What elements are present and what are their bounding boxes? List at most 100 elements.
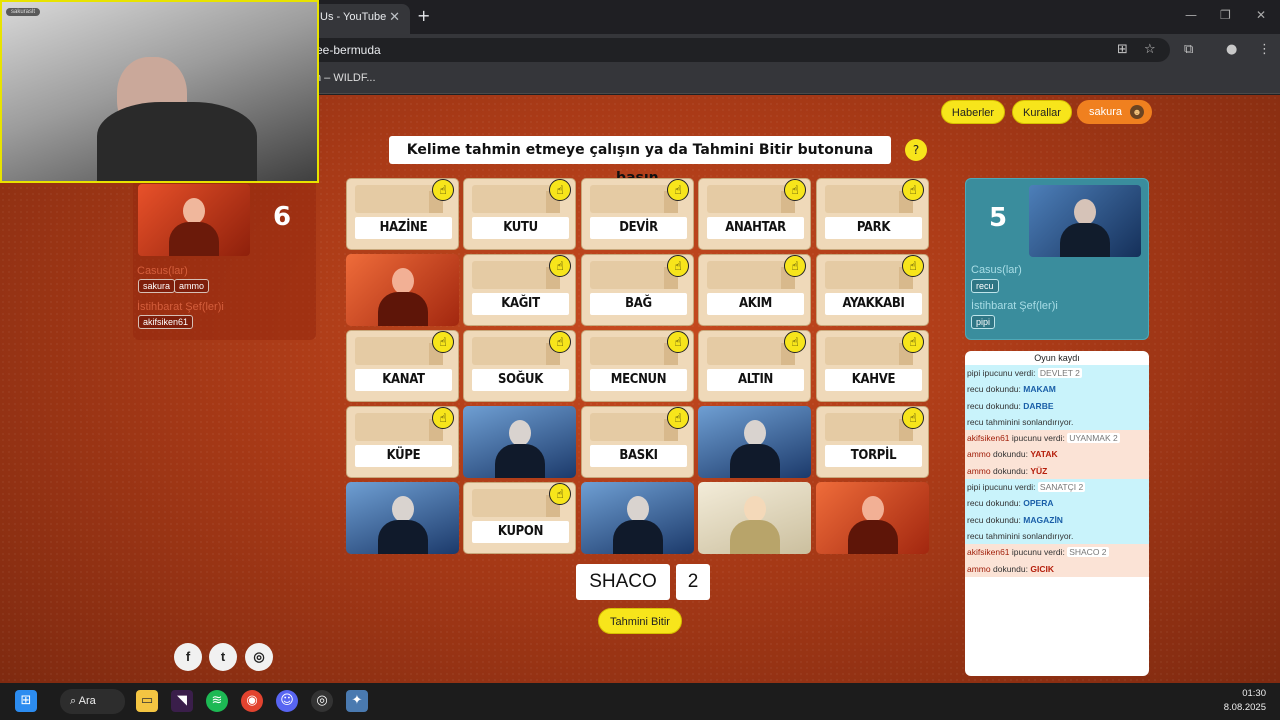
word-card[interactable]: KUTU ☝ <box>463 178 576 250</box>
help-button[interactable]: ? <box>905 139 927 161</box>
app-icon[interactable]: ✦ <box>346 690 368 712</box>
windows-start-icon[interactable]: ⊞ <box>15 690 37 712</box>
blue-team-panel: 5 Casus(lar) recu İstihbarat Şef(ler)i p… <box>965 178 1149 340</box>
tap-hand-icon[interactable]: ☝ <box>667 179 689 201</box>
maximize-icon[interactable]: ❐ <box>1220 8 1231 22</box>
log-clue: SHACO 2 <box>1067 547 1109 558</box>
tap-hand-icon[interactable]: ☝ <box>549 255 571 277</box>
translate-icon[interactable]: ⊞ <box>1117 42 1128 57</box>
word-card[interactable]: AKIM ☝ <box>698 254 811 326</box>
taskbar-search[interactable]: ⌕ Ara <box>60 689 125 714</box>
blue-agent-card <box>698 406 811 478</box>
facebook-icon[interactable]: f <box>174 643 202 671</box>
tap-hand-icon[interactable]: ☝ <box>549 179 571 201</box>
tap-hand-icon[interactable]: ☝ <box>902 407 924 429</box>
log-entry: recu dokundu: DARBE <box>965 397 1149 414</box>
discord-icon[interactable]: ☺ <box>276 690 298 712</box>
finish-guess-button[interactable]: Tahmini Bitir <box>598 608 682 634</box>
user-button[interactable]: sakura ☻ <box>1077 100 1152 124</box>
rules-button[interactable]: Kurallar <box>1012 100 1072 124</box>
tab-close-icon[interactable]: ✕ <box>389 4 400 30</box>
word-card[interactable]: TORPİL ☝ <box>816 406 929 478</box>
word-card[interactable]: DEVİR ☝ <box>581 178 694 250</box>
red-team-agent-image <box>138 184 250 256</box>
word-card[interactable]: ANAHTAR ☝ <box>698 178 811 250</box>
card-art <box>355 337 443 365</box>
tap-hand-icon[interactable]: ☝ <box>667 407 689 429</box>
obs-icon[interactable]: ◎ <box>311 690 333 712</box>
profile-avatar-icon[interactable]: ● <box>1226 42 1237 57</box>
log-user: recu <box>967 416 984 427</box>
news-button[interactable]: Haberler <box>941 100 1005 124</box>
browser-menu-icon[interactable]: ⋮ <box>1258 42 1271 57</box>
log-user: akifsiken61 <box>967 547 1010 558</box>
blue-agent-card <box>581 482 694 554</box>
instagram-icon[interactable]: ◎ <box>245 643 273 671</box>
minimize-icon[interactable]: — <box>1185 8 1197 22</box>
tap-hand-icon[interactable]: ☝ <box>784 255 806 277</box>
log-clue: UYANMAK 2 <box>1067 433 1120 444</box>
app-icon[interactable]: ◥ <box>171 690 193 712</box>
word-card[interactable]: KÜPE ☝ <box>346 406 459 478</box>
taskbar: ⊞ ⌕ Ara ▭ ◥ ≋ ◉ ☺ ◎ ✦ 01:30 8.08.2025 <box>0 683 1280 720</box>
extensions-icon[interactable]: ⧉ <box>1184 42 1193 57</box>
bookmark-item[interactable]: h – WILDF... <box>315 72 376 84</box>
agent-silhouette <box>729 494 780 554</box>
tap-hand-icon[interactable]: ☝ <box>667 331 689 353</box>
card-art <box>472 337 560 365</box>
card-art <box>590 413 678 441</box>
tap-hand-icon[interactable]: ☝ <box>902 179 924 201</box>
spotify-icon[interactable]: ≋ <box>206 690 228 712</box>
word-card[interactable]: BAĞ ☝ <box>581 254 694 326</box>
tap-hand-icon[interactable]: ☝ <box>902 255 924 277</box>
word-card[interactable]: ALTIN ☝ <box>698 330 811 402</box>
word-card[interactable]: KANAT ☝ <box>346 330 459 402</box>
card-word: SOĞUK <box>472 369 569 391</box>
browser-tab[interactable]: Us - YouTube ✕ <box>310 4 410 34</box>
log-entry: akifsiken61 ipucunu verdi: UYANMAK 2 <box>965 430 1149 447</box>
url-input[interactable]: ee-bermuda <box>300 38 1170 62</box>
tap-hand-icon[interactable]: ☝ <box>667 255 689 277</box>
agent-silhouette <box>377 266 428 326</box>
log-word: MAKAM <box>1023 384 1056 395</box>
tap-hand-icon[interactable]: ☝ <box>549 331 571 353</box>
card-word: BASKI <box>590 445 687 467</box>
tap-hand-icon[interactable]: ☝ <box>432 407 454 429</box>
word-card[interactable]: MECNUN ☝ <box>581 330 694 402</box>
card-art <box>355 413 443 441</box>
webcam-label: sakuraslt <box>6 8 41 16</box>
new-tab-button[interactable]: + <box>417 6 430 25</box>
tap-hand-icon[interactable]: ☝ <box>432 179 454 201</box>
tap-hand-icon[interactable]: ☝ <box>432 331 454 353</box>
word-card[interactable]: KAĞIT ☝ <box>463 254 576 326</box>
word-card[interactable]: HAZİNE ☝ <box>346 178 459 250</box>
card-word: KUTU <box>472 217 569 239</box>
agent-silhouette <box>729 418 780 478</box>
blue-agent-card <box>346 482 459 554</box>
taskbar-clock[interactable]: 01:30 8.08.2025 <box>1224 687 1266 715</box>
card-word: KAHVE <box>825 369 922 391</box>
blue-team-agent-image <box>1029 185 1141 257</box>
red-chief-label: İstihbarat Şef(ler)i <box>137 301 224 313</box>
log-verb: dokundu: <box>993 449 1028 460</box>
card-word: ALTIN <box>707 369 804 391</box>
word-card[interactable]: KAHVE ☝ <box>816 330 929 402</box>
window-close-icon[interactable]: ✕ <box>1256 8 1266 22</box>
red-agent-card <box>346 254 459 326</box>
chrome-icon[interactable]: ◉ <box>241 690 263 712</box>
card-art <box>472 489 560 517</box>
tap-hand-icon[interactable]: ☝ <box>902 331 924 353</box>
twitter-icon[interactable]: t <box>209 643 237 671</box>
word-card[interactable]: KUPON ☝ <box>463 482 576 554</box>
log-verb: dokundu: <box>985 498 1021 509</box>
tap-hand-icon[interactable]: ☝ <box>784 179 806 201</box>
tap-hand-icon[interactable]: ☝ <box>549 483 571 505</box>
bookmark-star-icon[interactable]: ☆ <box>1144 42 1156 57</box>
file-explorer-icon[interactable]: ▭ <box>136 690 158 712</box>
word-card[interactable]: PARK ☝ <box>816 178 929 250</box>
word-card[interactable]: SOĞUK ☝ <box>463 330 576 402</box>
word-card[interactable]: BASKI ☝ <box>581 406 694 478</box>
game-log[interactable]: Oyun kaydı pipi ipucunu verdi: DEVLET 2r… <box>965 351 1149 676</box>
tap-hand-icon[interactable]: ☝ <box>784 331 806 353</box>
word-card[interactable]: AYAKKABI ☝ <box>816 254 929 326</box>
